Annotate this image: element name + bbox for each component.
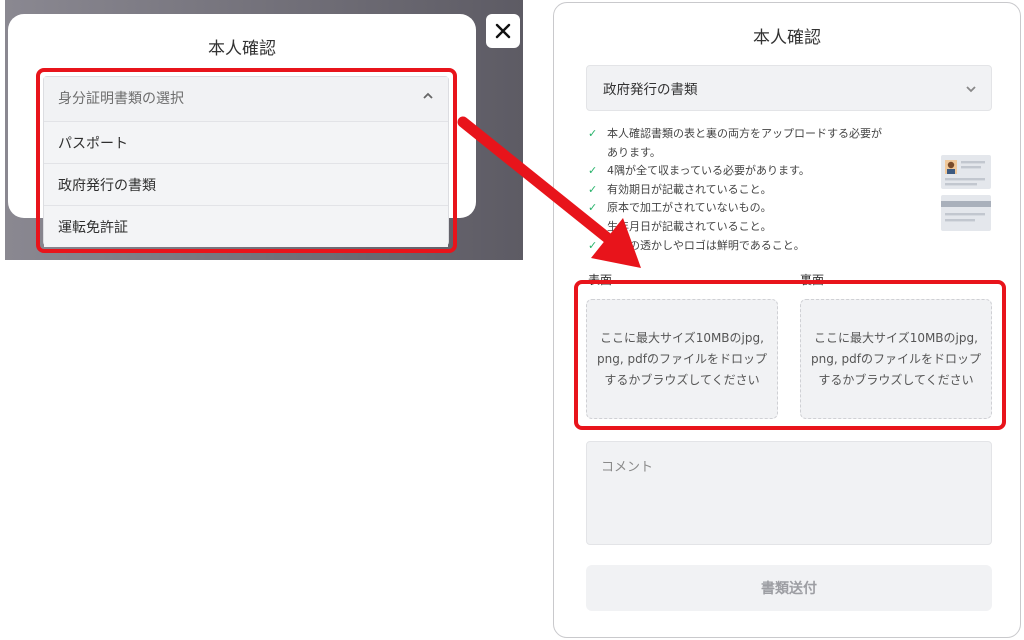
id-card-illustration-icon [941, 155, 991, 231]
close-button[interactable] [486, 14, 520, 48]
arrow-icon [457, 116, 641, 268]
dropzone-highlight-box [574, 280, 1006, 430]
modal-title: 本人確認 [753, 28, 821, 48]
chevron-down-icon [966, 86, 976, 93]
comment-textarea[interactable]: コメント [586, 441, 992, 545]
selected-document-type: 政府発行の書類 [603, 82, 698, 98]
submit-documents-button[interactable]: 書類送付 [586, 565, 992, 611]
document-type-select[interactable]: 政府発行の書類 [586, 65, 992, 111]
dropdown-highlight-box [36, 68, 457, 253]
left-modal-title: 本人確認 [208, 39, 276, 59]
close-icon [495, 23, 511, 39]
